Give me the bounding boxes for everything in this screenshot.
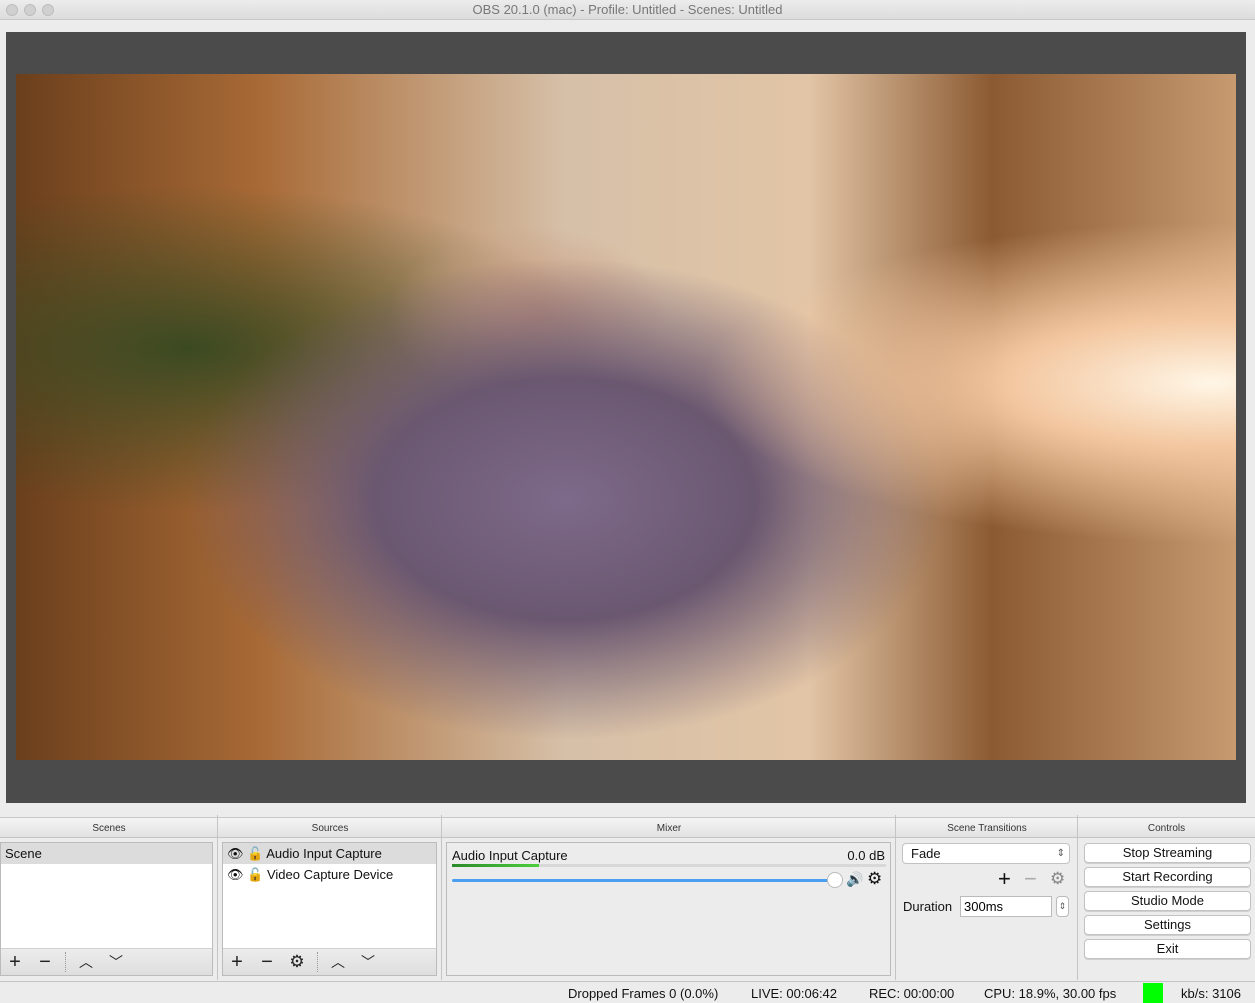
scenes-list: Scene + − ︿ ﹀ — [0, 842, 213, 976]
studio-mode-button[interactable]: Studio Mode — [1084, 891, 1251, 911]
volume-slider-handle[interactable] — [827, 872, 843, 888]
cpu-fps: CPU: 18.9%, 30.00 fps — [984, 986, 1117, 1001]
remove-scene-button[interactable]: − — [35, 951, 55, 974]
rec-time: REC: 00:00:00 — [869, 986, 955, 1001]
source-settings-gear-icon[interactable]: ⚙ — [287, 952, 307, 972]
scenes-header: Scenes — [0, 817, 218, 838]
exit-button[interactable]: Exit — [1084, 939, 1251, 959]
add-transition-button[interactable]: + — [998, 866, 1011, 892]
duration-input[interactable] — [960, 896, 1052, 917]
remove-source-button[interactable]: − — [257, 951, 277, 974]
transition-gear-icon[interactable]: ⚙ — [1050, 869, 1065, 889]
select-arrows-icon: ⇕ — [1056, 848, 1065, 859]
live-time: LIVE: 00:06:42 — [751, 986, 838, 1001]
status-bar: Dropped Frames 0 (0.0%) LIVE: 00:06:42 R… — [0, 981, 1255, 1003]
zoom-window-button[interactable] — [42, 4, 54, 16]
add-scene-button[interactable]: + — [5, 951, 25, 974]
scene-item[interactable]: Scene — [1, 843, 212, 864]
mixer-panel: Audio Input Capture 0.0 dB 🔊 ⚙ — [446, 842, 891, 976]
move-scene-down-button[interactable]: ﹀ — [106, 952, 126, 972]
remove-transition-button[interactable]: − — [1024, 866, 1037, 892]
settings-button[interactable]: Settings — [1084, 915, 1251, 935]
bitrate: kb/s: 3106 — [1181, 986, 1241, 1001]
mixer-gear-icon[interactable]: ⚙ — [867, 869, 882, 889]
eye-icon[interactable]: 👁 — [227, 867, 244, 882]
mixer-channel-name: Audio Input Capture — [452, 848, 568, 863]
source-item[interactable]: 👁 🔓 Video Capture Device — [223, 864, 436, 885]
move-source-up-button[interactable]: ︿ — [328, 952, 348, 972]
video-preview[interactable] — [16, 74, 1236, 760]
stream-health-indicator — [1143, 983, 1163, 1003]
dropped-frames: Dropped Frames 0 (0.0%) — [568, 986, 719, 1001]
lock-icon[interactable]: 🔓 — [247, 846, 263, 861]
transition-select[interactable]: Fade ⇕ — [902, 843, 1070, 864]
window-title: OBS 20.1.0 (mac) - Profile: Untitled - S… — [472, 2, 783, 17]
move-scene-up-button[interactable]: ︿ — [76, 952, 96, 972]
duration-stepper[interactable]: ⇕ — [1056, 896, 1069, 917]
mixer-header: Mixer — [442, 817, 896, 838]
controls-header: Controls — [1078, 817, 1255, 838]
source-item[interactable]: 👁 🔓 Audio Input Capture — [223, 843, 436, 864]
sources-header: Sources — [218, 817, 442, 838]
add-source-button[interactable]: + — [227, 951, 247, 974]
audio-meter — [452, 864, 886, 867]
title-bar: OBS 20.1.0 (mac) - Profile: Untitled - S… — [0, 0, 1255, 20]
mixer-db-value: 0.0 dB — [847, 848, 885, 863]
stop-streaming-button[interactable]: Stop Streaming — [1084, 843, 1251, 863]
volume-slider[interactable] — [452, 879, 834, 882]
transitions-header: Scene Transitions — [896, 817, 1078, 838]
eye-icon[interactable]: 👁 — [227, 846, 244, 861]
start-recording-button[interactable]: Start Recording — [1084, 867, 1251, 887]
duration-label: Duration — [903, 899, 953, 914]
speaker-mute-icon[interactable]: 🔊 — [846, 871, 863, 888]
minimize-window-button[interactable] — [24, 4, 36, 16]
preview-canvas[interactable] — [6, 32, 1246, 803]
lock-icon[interactable]: 🔓 — [247, 867, 263, 882]
sources-list: 👁 🔓 Audio Input Capture 👁 🔓 Video Captur… — [222, 842, 437, 976]
move-source-down-button[interactable]: ﹀ — [358, 952, 378, 972]
close-window-button[interactable] — [6, 4, 18, 16]
